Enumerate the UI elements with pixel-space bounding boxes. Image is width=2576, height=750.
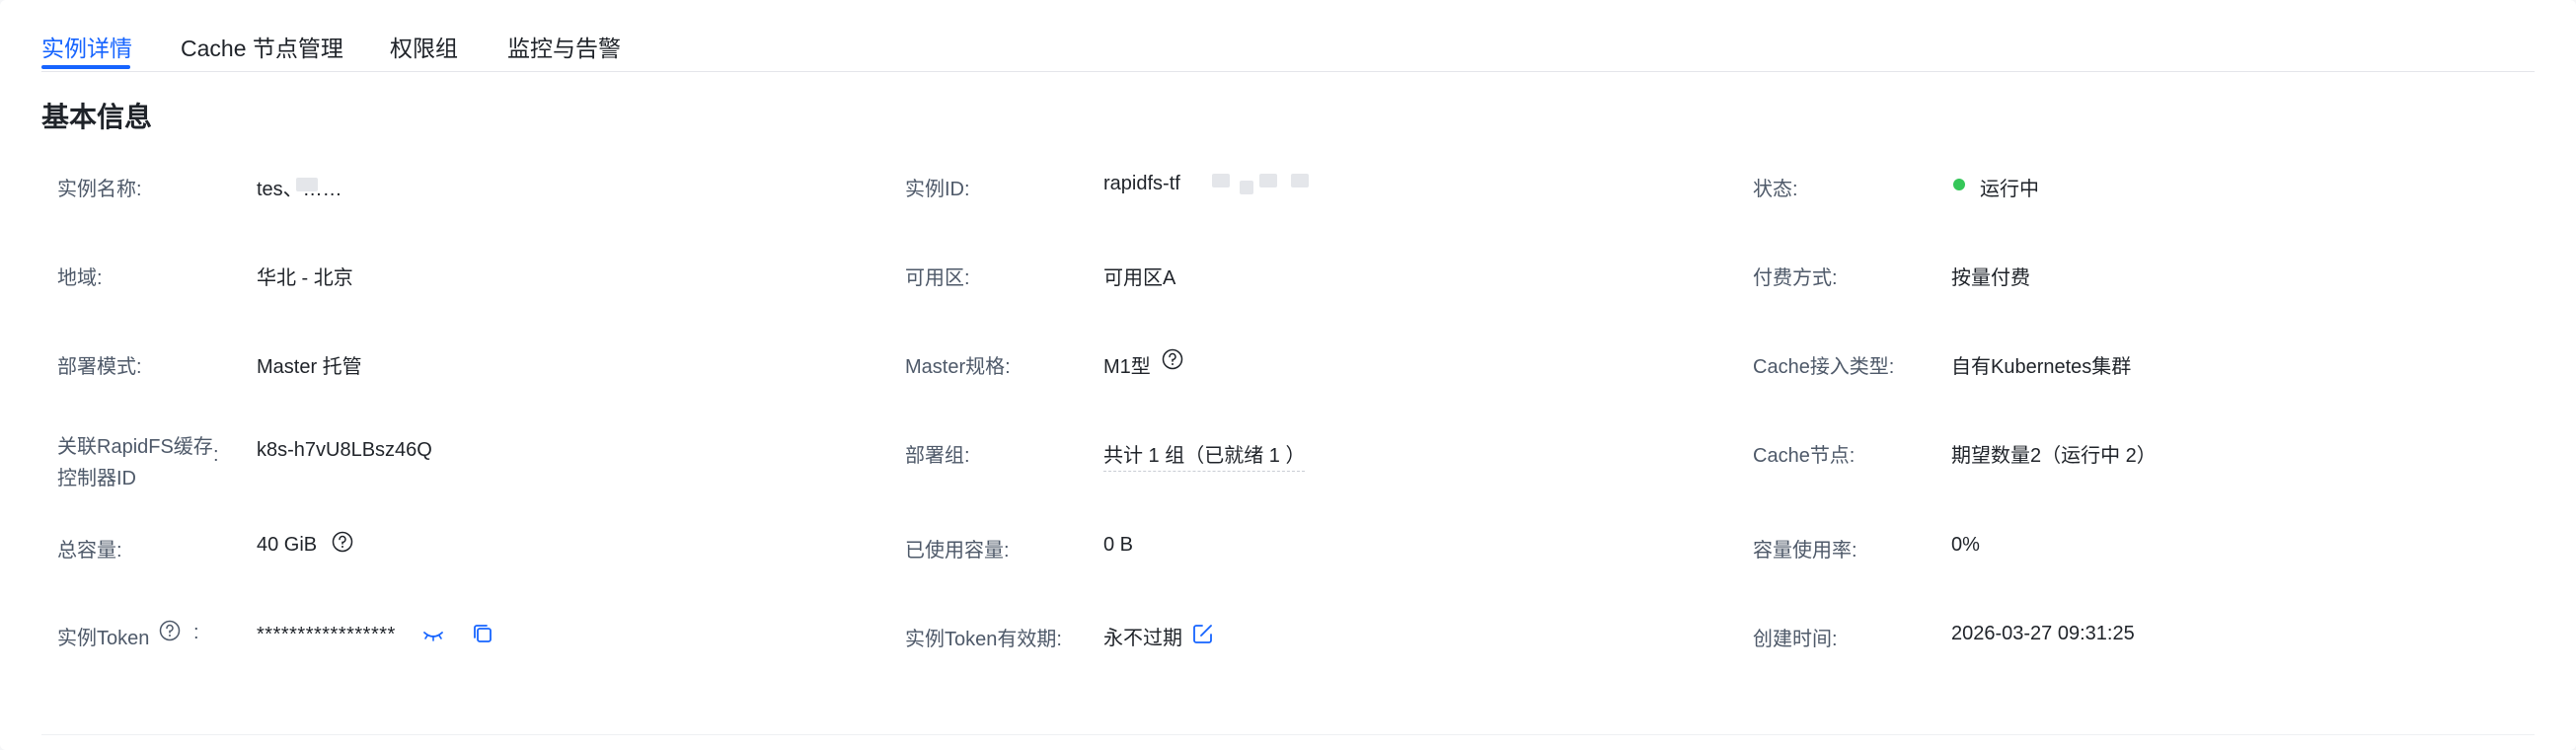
token-validity-value: 永不过期 (1103, 628, 1182, 649)
master-spec-value: M1型 (1103, 356, 1151, 378)
help-icon[interactable] (159, 620, 181, 641)
region-label: 地域: (57, 267, 103, 289)
masked-text (1240, 181, 1253, 194)
masked-text (296, 178, 318, 191)
deploy-group-value[interactable]: 共计 1 组（已就绪 1 ） (1103, 439, 1306, 472)
status-value: 运行中 (1980, 179, 2039, 200)
controller-id-label-line1: 关联RapidFS缓存 (57, 436, 213, 458)
cache-nodes-label: Cache节点: (1753, 445, 1856, 467)
help-icon[interactable] (332, 531, 353, 553)
help-icon[interactable] (1162, 348, 1183, 370)
deploy-group-label: 部署组: (905, 445, 970, 467)
cache-access-type-label: Cache接入类型: (1753, 356, 1895, 378)
total-capacity-label: 总容量: (57, 540, 122, 562)
used-capacity-label: 已使用容量: (905, 540, 1010, 562)
master-spec-label: Master规格: (905, 356, 1011, 378)
status-dot (1953, 179, 1965, 190)
tab-monitoring-alerts[interactable]: 监控与告警 (507, 30, 621, 63)
region-value: 华北 - 北京 (257, 267, 353, 289)
token-validity-label: 实例Token有效期: (905, 629, 1062, 650)
tab-bar: 实例详情 Cache 节点管理 权限组 监控与告警 (41, 0, 2535, 72)
zone-label: 可用区: (905, 267, 970, 289)
controller-id-value: k8s-h7vU8LBsz46Q (257, 439, 432, 461)
copy-icon[interactable] (472, 623, 493, 644)
usage-rate-label: 容量使用率: (1753, 540, 1857, 562)
controller-id-label-line2: 控制器ID (57, 468, 136, 489)
created-at-value: 2026-03-27 09:31:25 (1951, 623, 2135, 644)
instance-name-label: 实例名称: (57, 179, 142, 200)
token-label: 实例Token (57, 628, 150, 649)
used-capacity-value: 0 B (1103, 534, 1134, 556)
created-at-label: 创建时间: (1753, 629, 1838, 650)
total-capacity-value: 40 GiB (257, 534, 318, 556)
masked-text (1212, 174, 1230, 188)
instance-detail-card: 实例详情 Cache 节点管理 权限组 监控与告警 基本信息 实例名称: tes… (0, 0, 2576, 750)
zone-value: 可用区A (1103, 267, 1176, 289)
tab-permission-group[interactable]: 权限组 (390, 30, 458, 63)
eye-closed-icon[interactable] (422, 630, 444, 643)
masked-text (1259, 174, 1277, 188)
status-label: 状态: (1753, 179, 1798, 200)
edit-icon[interactable] (1191, 622, 1215, 645)
token-colon: : (193, 622, 199, 643)
active-tab-indicator (41, 65, 130, 69)
cache-nodes-value: 期望数量2（运行中 2） (1951, 445, 2157, 467)
usage-rate-value: 0% (1951, 534, 1980, 556)
tab-instance-detail[interactable]: 实例详情 (41, 30, 132, 63)
divider (41, 734, 2535, 735)
instance-id-value: rapidfs-tf⁠ (1103, 173, 1180, 194)
section-title: 基本信息 (41, 102, 153, 132)
deploy-mode-label: 部署模式: (57, 356, 142, 378)
masked-text (1291, 174, 1309, 188)
controller-id-colon: : (213, 444, 219, 466)
cache-access-type-value: 自有Kubernetes集群 (1951, 356, 2132, 378)
tab-cache-node-management[interactable]: Cache 节点管理 (181, 30, 343, 63)
billing-label: 付费方式: (1753, 267, 1838, 289)
token-value: ***************** (257, 624, 396, 645)
billing-value: 按量付费 (1951, 267, 2030, 289)
instance-id-label: 实例ID: (905, 179, 970, 200)
deploy-mode-value: Master 托管 (257, 356, 362, 378)
